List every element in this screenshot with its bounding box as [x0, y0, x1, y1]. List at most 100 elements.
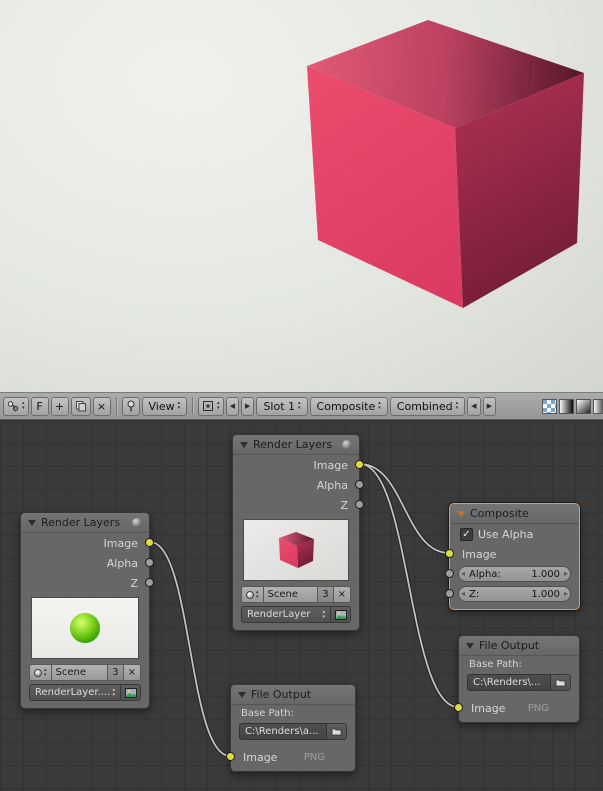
fake-user-button[interactable]: F — [30, 396, 49, 416]
input-row-image: Image PNG — [454, 699, 579, 717]
user-count-button[interactable]: 3 — [108, 664, 124, 681]
user-count-button[interactable]: 3 — [318, 586, 334, 603]
collapse-icon[interactable] — [28, 519, 36, 526]
socket-z-input[interactable] — [445, 589, 454, 598]
duplicate-datablock-button[interactable] — [70, 396, 91, 416]
node-footer — [459, 717, 579, 722]
pin-button[interactable] — [121, 396, 140, 416]
node-footer — [231, 766, 355, 771]
folder-icon — [555, 679, 566, 687]
z-value: 1.000 — [531, 588, 560, 600]
decrement-icon[interactable]: ◂ — [461, 589, 465, 598]
node-file-output-bottom[interactable]: File Output Base Path: C:\Renders\a... I… — [226, 684, 356, 772]
scene-name-field[interactable]: Scene — [263, 586, 319, 603]
node-file-output-right[interactable]: File Output Base Path: C:\Renders\... Im… — [454, 635, 580, 723]
node-composite[interactable]: Composite ✓ Use Alpha Image ◂ Alpha: 1.0… — [445, 503, 580, 610]
decrement-icon[interactable]: ◂ — [461, 569, 465, 578]
draw-mode-color-icon[interactable] — [559, 398, 574, 414]
node-header[interactable]: Render Layers — [233, 435, 359, 455]
view-menu[interactable]: View ▴ ▾ — [141, 396, 188, 416]
use-alpha-row: ✓ Use Alpha — [450, 524, 579, 544]
z-number-field[interactable]: ◂ Z: 1.000 ▸ — [458, 586, 571, 602]
render-layer-button[interactable] — [331, 606, 351, 623]
node-header[interactable]: File Output — [231, 685, 355, 705]
base-path-field[interactable]: C:\Renders\a... — [239, 723, 327, 740]
pin-icon — [127, 400, 135, 412]
socket-alpha-output[interactable] — [355, 480, 364, 489]
node-render-layers-center[interactable]: Render Layers Image Alpha Z ▴ ▾ Scene 3 … — [232, 434, 364, 631]
close-icon: × — [96, 399, 107, 413]
collapse-icon[interactable] — [466, 642, 474, 649]
node-header[interactable]: Render Layers — [21, 513, 149, 533]
snap-mode-button[interactable]: ▴ ▾ — [198, 396, 224, 416]
node-title: Render Layers — [41, 516, 121, 529]
increment-icon[interactable]: ▸ — [564, 589, 568, 598]
use-alpha-checkbox[interactable]: ✓ — [460, 527, 473, 541]
render-layer-select[interactable]: Composite ▴ ▾ — [309, 396, 388, 416]
node-title: File Output — [479, 639, 540, 652]
increment-icon[interactable]: ▸ — [564, 569, 568, 578]
node-title: Render Layers — [253, 438, 333, 451]
editor-type-button[interactable]: ▴ ▾ — [3, 396, 29, 416]
browse-folder-button[interactable] — [327, 723, 347, 740]
socket-image-input[interactable] — [226, 752, 235, 761]
socket-alpha-input[interactable] — [445, 569, 454, 578]
output-row-image: Image — [21, 533, 154, 553]
node-editor-canvas[interactable]: Render Layers Image Alpha Z ▴ ▾ Scene 3 … — [0, 420, 603, 791]
alpha-field-row: ◂ Alpha: 1.000 ▸ — [445, 564, 579, 584]
node-sphere-icon — [342, 439, 352, 450]
scene-browse-button[interactable]: ▴ ▾ — [241, 586, 264, 603]
collapse-icon[interactable] — [240, 441, 248, 448]
draw-mode-gradient-icon[interactable] — [576, 398, 591, 414]
collapse-icon[interactable] — [238, 691, 246, 698]
check-icon: ✓ — [462, 528, 471, 540]
socket-image-input[interactable] — [454, 703, 463, 712]
fake-user-label: F — [36, 399, 43, 413]
layer-menu[interactable]: RenderLayer.... ▴ ▾ — [29, 684, 121, 701]
close-icon: × — [127, 667, 136, 678]
scene-browse-button[interactable]: ▴ ▾ — [29, 664, 52, 681]
backdrop-alpha-toggle[interactable] — [542, 398, 557, 414]
new-datablock-button[interactable]: + — [50, 396, 69, 416]
down-arrow-icon: ▾ — [44, 671, 47, 678]
scene-icon — [246, 590, 254, 599]
node-header[interactable]: Composite — [450, 504, 579, 524]
slot-select[interactable]: Slot 1 ▴ ▾ — [256, 396, 308, 416]
base-path-label: Base Path: — [469, 658, 522, 670]
draw-mode-extra-icon[interactable] — [593, 398, 603, 414]
browse-folder-button[interactable] — [551, 674, 571, 691]
socket-z-output[interactable] — [355, 500, 364, 509]
socket-z-output[interactable] — [145, 578, 154, 587]
next-slot-button[interactable]: ▶ — [241, 396, 255, 416]
previous-pass-button[interactable]: ◀ — [467, 396, 481, 416]
socket-label-image: Image — [471, 701, 506, 715]
next-pass-button[interactable]: ▶ — [482, 396, 496, 416]
socket-label-alpha: Alpha — [316, 478, 348, 492]
output-row-alpha: Alpha — [233, 475, 364, 495]
previous-slot-button[interactable]: ◀ — [225, 396, 240, 416]
socket-image-output[interactable] — [355, 460, 364, 469]
unlink-scene-button[interactable]: × — [123, 664, 141, 681]
collapse-icon[interactable] — [457, 510, 465, 517]
socket-alpha-output[interactable] — [145, 558, 154, 567]
node-title: File Output — [251, 688, 312, 701]
node-render-layers-left[interactable]: Render Layers Image Alpha Z ▴ ▾ Scene 3 … — [20, 512, 154, 709]
input-row-image: Image — [445, 544, 579, 564]
base-path-field[interactable]: C:\Renders\... — [467, 674, 551, 691]
down-arrow-icon: ▾ — [298, 405, 301, 411]
render-layer-button[interactable] — [121, 684, 141, 701]
socket-image-output[interactable] — [145, 538, 154, 547]
scene-name-field[interactable]: Scene — [51, 664, 109, 681]
render-layer-value: Composite — [316, 399, 376, 413]
alpha-number-field[interactable]: ◂ Alpha: 1.000 ▸ — [458, 566, 571, 582]
unlink-datablock-button[interactable]: × — [92, 396, 111, 416]
render-pass-select[interactable]: Combined ▴ ▾ — [389, 396, 466, 416]
layer-menu[interactable]: RenderLayer ▴ ▾ — [241, 606, 331, 623]
down-arrow-icon: ▾ — [322, 613, 325, 620]
z-label: Z: — [469, 588, 480, 600]
unlink-scene-button[interactable]: × — [333, 586, 351, 603]
socket-image-input[interactable] — [445, 549, 454, 558]
output-row-z: Z — [233, 495, 364, 515]
node-header[interactable]: File Output — [459, 636, 579, 656]
scene-selector: ▴ ▾ Scene 3 × — [29, 664, 141, 681]
